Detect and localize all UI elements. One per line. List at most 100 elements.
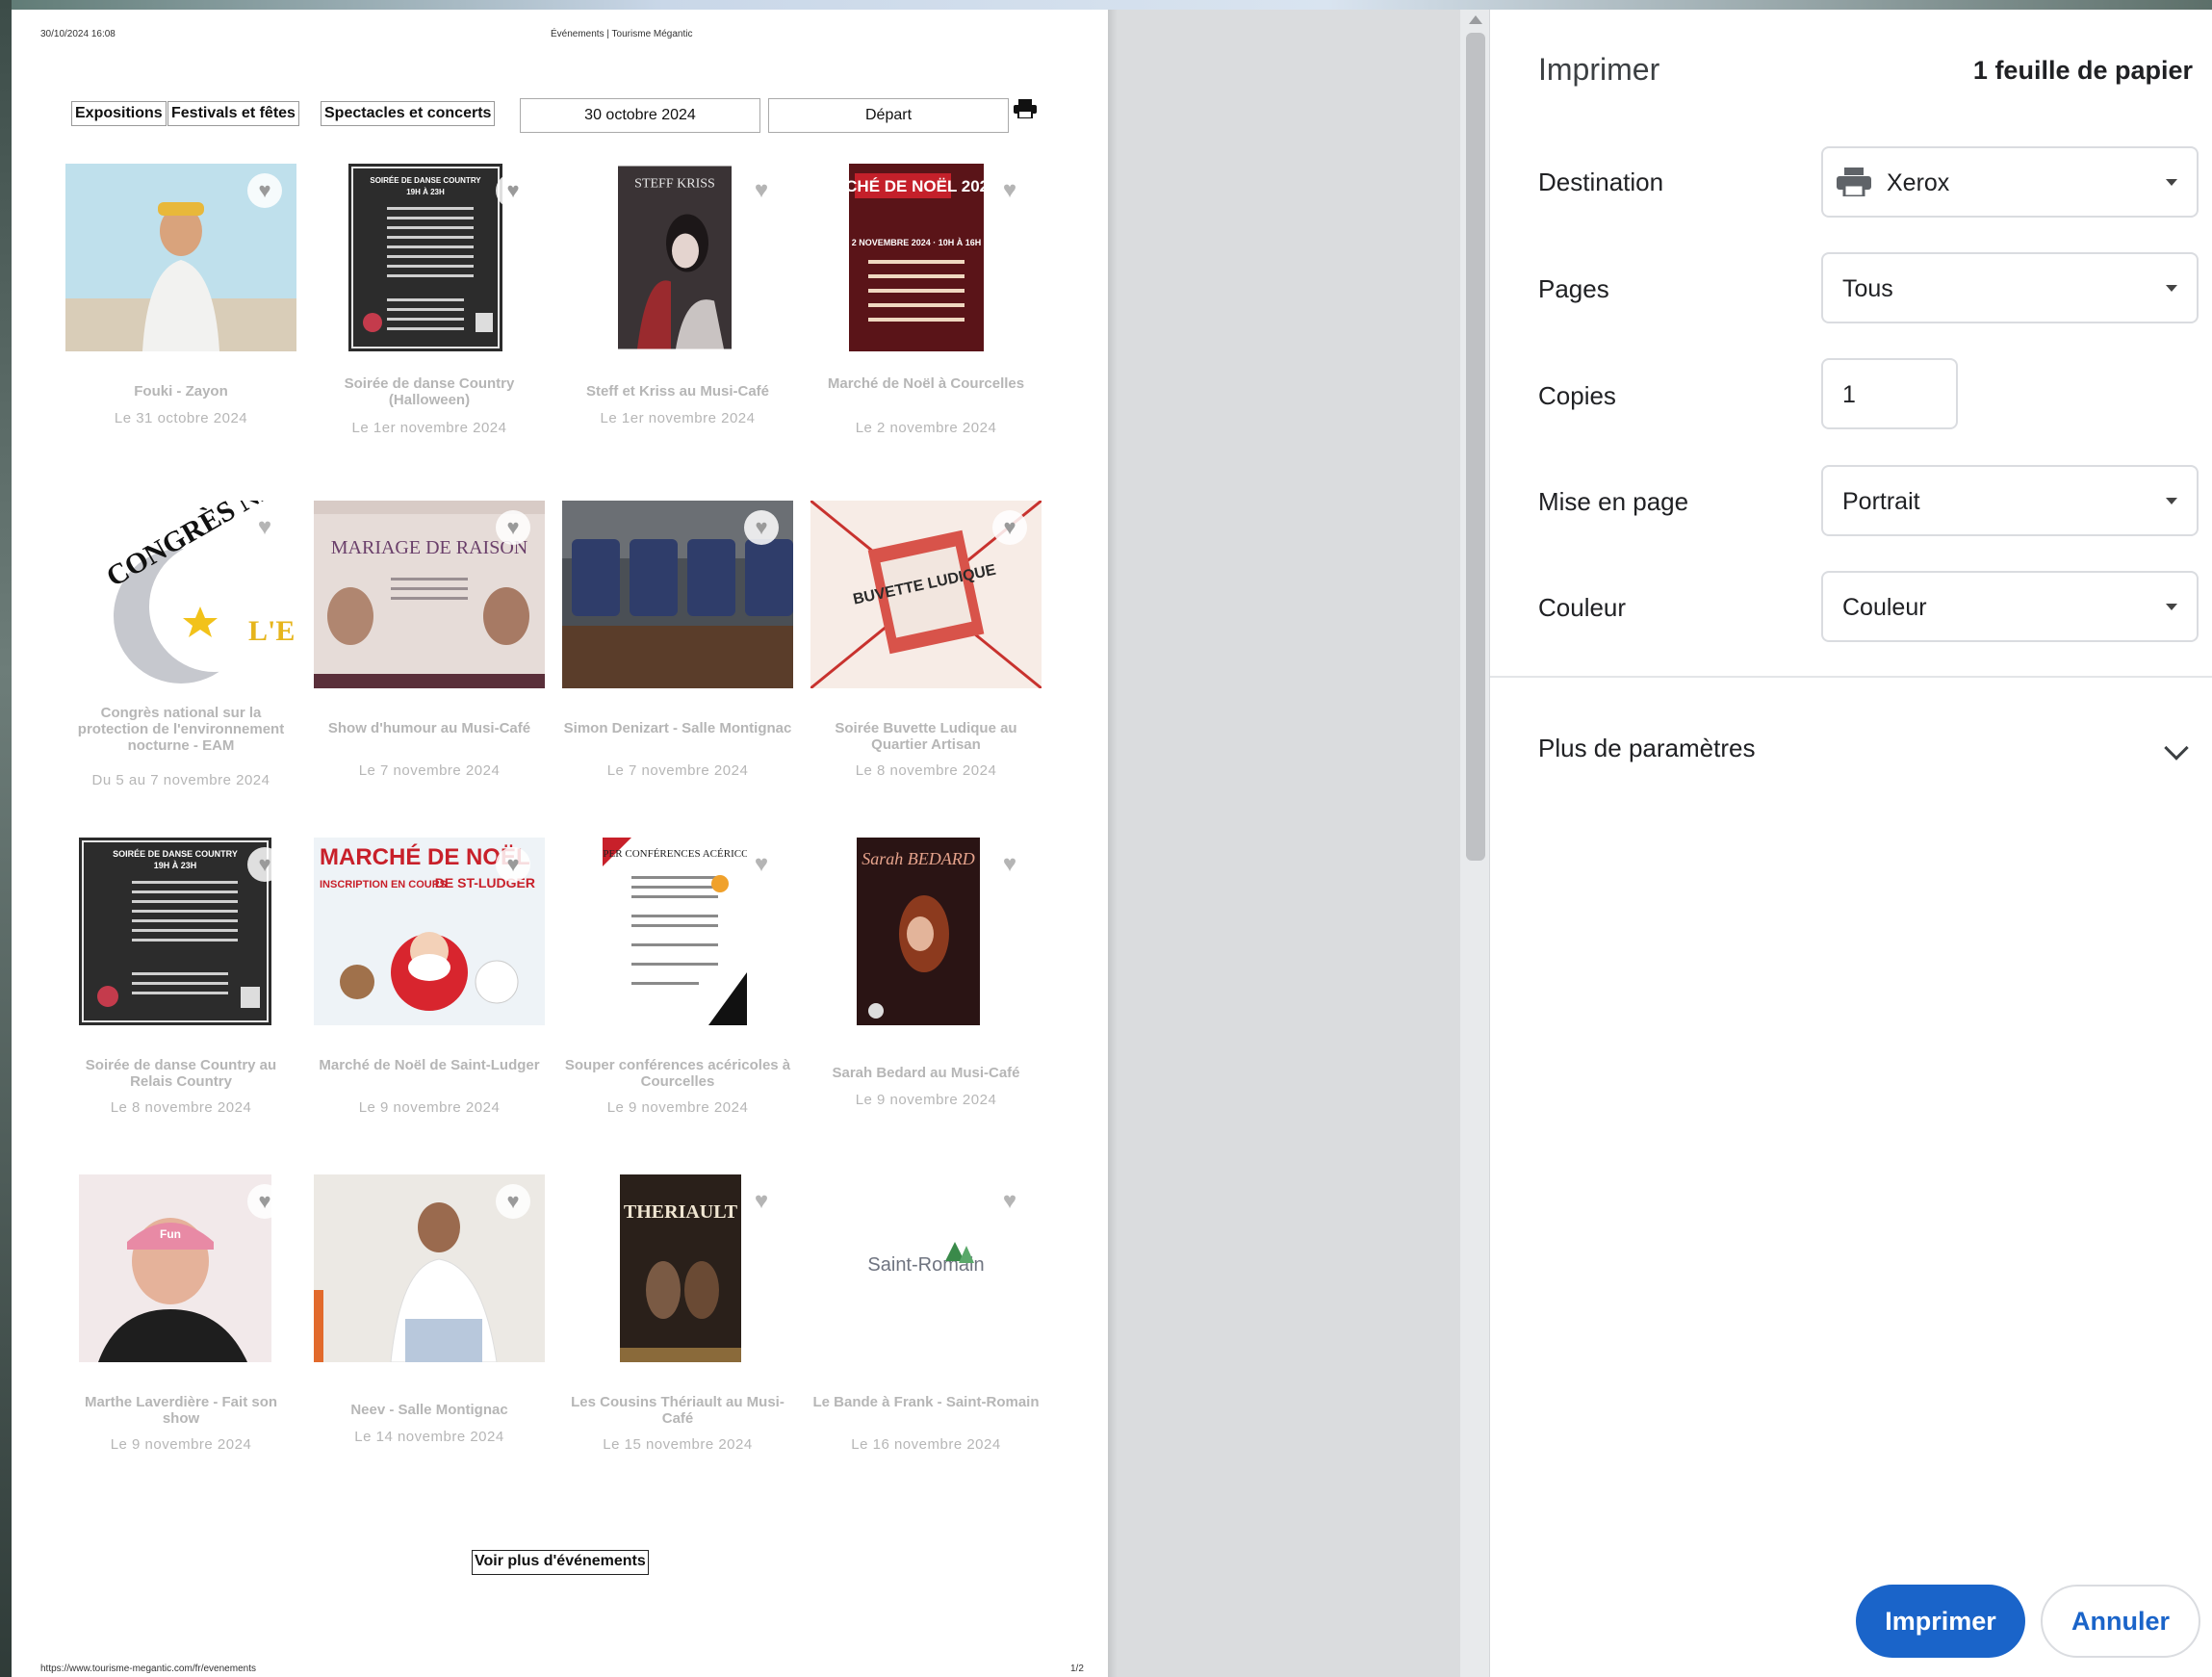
event-title: Fouki - Zayon bbox=[134, 383, 228, 400]
event-image: STEFF KRISS bbox=[618, 164, 732, 351]
poster-sarah-title: Sarah BEDARD bbox=[862, 849, 974, 868]
event-date: Le 8 novembre 2024 bbox=[855, 762, 997, 779]
destination-value: Xerox bbox=[1887, 169, 1950, 196]
more-settings-toggle[interactable]: Plus de paramètres bbox=[1538, 734, 1755, 763]
favorite-icon: ♥ bbox=[1002, 177, 1017, 203]
event-title: Congrès national sur la protection de l'… bbox=[77, 705, 285, 754]
favorite-icon: ♥ bbox=[247, 1184, 282, 1219]
poster-congres-tail: L'E bbox=[248, 615, 295, 647]
event-poster-steff-kriss: STEFF KRISS bbox=[618, 166, 732, 349]
event-image: SOUPER CONFÉRENCES ACÉRICOLES bbox=[603, 838, 747, 1025]
pages-select[interactable]: Tous bbox=[1821, 252, 2199, 323]
print-preview-area: 30/10/2024 16:08 Événements | Tourisme M… bbox=[12, 10, 1489, 1677]
event-poster-souper: SOUPER CONFÉRENCES ACÉRICOLES bbox=[603, 838, 747, 1025]
layout-label: Mise en page bbox=[1538, 487, 1689, 516]
event-title: Les Cousins Thériault au Musi-Café bbox=[571, 1394, 784, 1427]
favorite-icon: ♥ bbox=[247, 847, 282, 882]
preview-scrollbar[interactable] bbox=[1460, 10, 1489, 1677]
event-card: THERIAULT ♥ Les Cousins Thériault au Mus… bbox=[554, 1165, 800, 1483]
event-date: Le 15 novembre 2024 bbox=[603, 1436, 753, 1453]
event-card: ♥ Neev - Salle Montignac Le 14 novembre … bbox=[306, 1165, 552, 1483]
printer-icon bbox=[1837, 168, 1871, 196]
event-filters: Expositions Festivals et fêtes Spectacle… bbox=[71, 98, 1043, 133]
event-card: ♥ Fouki - Zayon Le 31 octobre 2024 bbox=[58, 154, 303, 472]
copies-label: Copies bbox=[1538, 381, 1616, 410]
layout-value: Portrait bbox=[1842, 488, 1920, 515]
pages-value: Tous bbox=[1842, 275, 1893, 302]
event-card: CONGRÈS NATION L'E ♥ Congrès national su… bbox=[58, 491, 303, 809]
pages-label: Pages bbox=[1538, 274, 1609, 303]
chevron-down-icon bbox=[2166, 285, 2177, 292]
print-settings-panel: Imprimer 1 feuille de papier Destination… bbox=[1489, 10, 2212, 1677]
scroll-up-icon[interactable] bbox=[1469, 15, 1482, 24]
poster-steff-title: STEFF KRISS bbox=[634, 177, 715, 192]
scrollbar-thumb[interactable] bbox=[1466, 33, 1485, 861]
poster-danse-hours: 19H À 23H bbox=[406, 188, 445, 196]
filter-expositions: Expositions bbox=[71, 101, 167, 126]
poster-cap-text: Fun bbox=[160, 1227, 181, 1241]
event-card: STEFF KRISS ♥ Steff et Kriss au Musi-Caf… bbox=[554, 154, 800, 472]
poster-ludger-inscription: INSCRIPTION EN COURS bbox=[320, 879, 447, 890]
poster-danse-title-2: SOIRÉE DE DANSE COUNTRY bbox=[113, 849, 238, 859]
event-image: THERIAULT bbox=[620, 1174, 741, 1362]
cancel-button[interactable]: Annuler bbox=[2041, 1585, 2200, 1658]
event-date: Le 16 novembre 2024 bbox=[851, 1436, 1001, 1453]
event-date: Le 9 novembre 2024 bbox=[110, 1436, 252, 1453]
event-card: Fun ♥ Marthe Laverdière - Fait son show … bbox=[58, 1165, 303, 1483]
event-date: Le 7 novembre 2024 bbox=[358, 762, 501, 779]
favorite-icon: ♥ bbox=[496, 510, 530, 545]
chevron-down-icon bbox=[2166, 498, 2177, 504]
event-date: Le 9 novembre 2024 bbox=[358, 1099, 501, 1116]
layout-select[interactable]: Portrait bbox=[1821, 465, 2199, 536]
copies-input[interactable]: 1 bbox=[1821, 358, 1958, 429]
poster-danse-title: SOIRÉE DE DANSE COUNTRY bbox=[370, 176, 481, 185]
chevron-down-icon bbox=[2166, 179, 2177, 186]
favorite-icon: ♥ bbox=[754, 1188, 769, 1214]
event-date: Le 8 novembre 2024 bbox=[110, 1099, 252, 1116]
event-title: Soirée Buvette Ludique au Quartier Artis… bbox=[835, 720, 1017, 753]
print-datetime: 30/10/2024 16:08 bbox=[40, 29, 116, 39]
favorite-icon: ♥ bbox=[754, 851, 769, 877]
color-select[interactable]: Couleur bbox=[1821, 571, 2199, 642]
event-card: SOIRÉE DE DANSE COUNTRY 19H À 23H ♥ Soir… bbox=[58, 828, 303, 1146]
favorite-icon: ♥ bbox=[496, 173, 530, 208]
event-image: MARCHÉ DE NOËL 2024 2 NOVEMBRE 2024 · 10… bbox=[849, 164, 984, 351]
event-grid: ♥ Fouki - Zayon Le 31 octobre 2024 SOIRÉ… bbox=[58, 154, 1078, 1483]
poster-souper-title: SOUPER CONFÉRENCES ACÉRICOLES bbox=[603, 848, 747, 860]
event-title: Steff et Kriss au Musi-Café bbox=[585, 383, 770, 400]
favorite-icon: ♥ bbox=[992, 510, 1027, 545]
destination-select[interactable]: Xerox bbox=[1821, 146, 2199, 218]
event-title: Soirée de danse Country (Halloween) bbox=[344, 375, 515, 408]
print-button[interactable]: Imprimer bbox=[1856, 1585, 2025, 1658]
expand-chevron-icon[interactable] bbox=[2164, 735, 2189, 761]
poster-theriault-title: THERIAULT bbox=[624, 1201, 738, 1223]
favorite-icon: ♥ bbox=[496, 847, 530, 882]
event-poster-danse-country: SOIRÉE DE DANSE COUNTRY 19H À 23H bbox=[348, 164, 502, 351]
event-card: BUVETTE LUDIQUE ♥ Soirée Buvette Ludique… bbox=[803, 491, 1048, 809]
panel-title: Imprimer bbox=[1538, 52, 1660, 87]
event-title: Soirée de danse Country au Relais Countr… bbox=[85, 1057, 277, 1090]
destination-label: Destination bbox=[1538, 168, 1664, 196]
event-card: SOUPER CONFÉRENCES ACÉRICOLES ♥ Souper c… bbox=[554, 828, 800, 1146]
event-title: Show d'humour au Musi-Café bbox=[327, 720, 531, 736]
sheet-count: 1 feuille de papier bbox=[1972, 56, 2193, 85]
favorite-icon: ♥ bbox=[496, 1184, 530, 1219]
event-date: Le 2 novembre 2024 bbox=[855, 420, 997, 436]
event-poster-marche-noel-courcelles: MARCHÉ DE NOËL 2024 2 NOVEMBRE 2024 · 10… bbox=[849, 164, 984, 351]
event-date: Du 5 au 7 novembre 2024 bbox=[91, 772, 270, 788]
event-image: SOIRÉE DE DANSE COUNTRY 19H À 23H bbox=[79, 838, 271, 1025]
event-card: MARIAGE DE RAISON ♥ Show d'humour au Mus… bbox=[306, 491, 552, 809]
event-poster-sarah-bedard: Sarah BEDARD bbox=[857, 838, 980, 1025]
print-page-title: Événements | Tourisme Mégantic bbox=[551, 29, 693, 39]
more-events-button: Voir plus d'événements bbox=[472, 1550, 649, 1575]
chevron-down-icon bbox=[2166, 604, 2177, 610]
favorite-icon: ♥ bbox=[247, 173, 282, 208]
event-poster-theriault: THERIAULT bbox=[620, 1174, 741, 1362]
panel-divider bbox=[1490, 676, 2212, 678]
event-poster-danse-country-relais: SOIRÉE DE DANSE COUNTRY 19H À 23H bbox=[79, 838, 271, 1025]
event-date: Le 1er novembre 2024 bbox=[600, 410, 756, 426]
event-card: Sarah BEDARD ♥ Sarah Bedard au Musi-Café… bbox=[803, 828, 1048, 1146]
event-title: Marché de Noël à Courcelles bbox=[827, 375, 1025, 392]
filter-festivals: Festivals et fêtes bbox=[167, 101, 299, 126]
event-title: Simon Denizart - Salle Montignac bbox=[563, 720, 792, 736]
